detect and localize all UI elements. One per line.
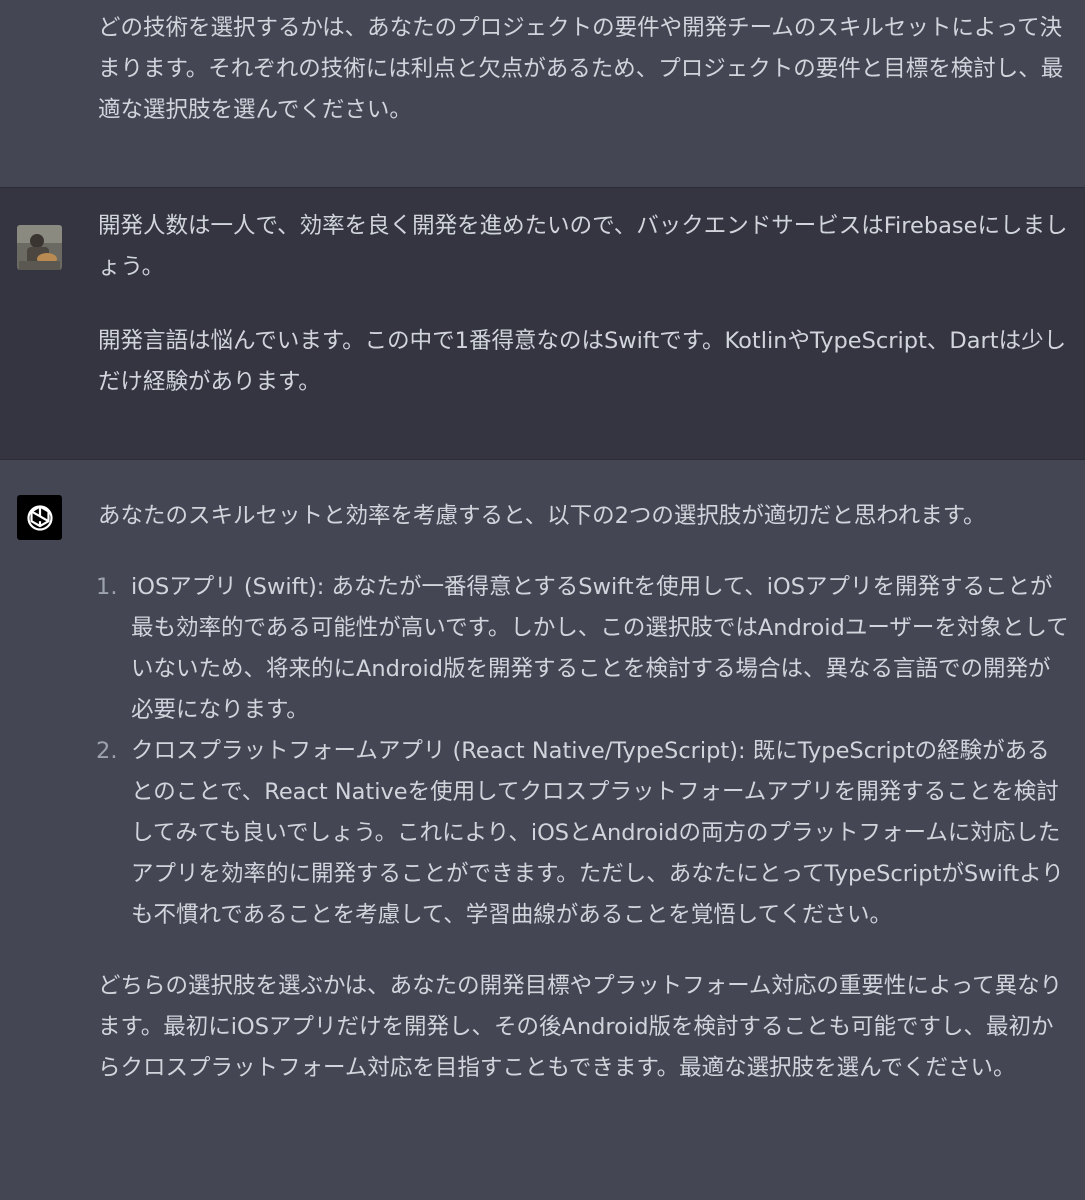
options-list: 1. iOSアプリ (Swift): あなたが一番得意とするSwiftを使用して… (96, 567, 1071, 936)
list-item: 1. iOSアプリ (Swift): あなたが一番得意とするSwiftを使用して… (96, 567, 1071, 731)
user-message: 開発人数は一人で、効率を良く開発を進めたいので、バックエンドサービスはFireb… (0, 187, 1085, 460)
openai-logo-icon (26, 504, 53, 531)
user-avatar (17, 225, 62, 270)
message-outro: どちらの選択肢を選ぶかは、あなたの開発目標やプラットフォーム対応の重要性によって… (98, 973, 1063, 1081)
assistant-avatar (17, 495, 62, 540)
list-item-text: クロスプラットフォームアプリ (React Native/TypeScript)… (131, 738, 1064, 928)
assistant-message-previous: どの技術を選択するかは、あなたのプロジェクトの要件や開発チームのスキルセットによ… (0, 0, 1085, 187)
message-content: あなたのスキルセットと効率を考慮すると、以下の2つの選択肢が適切だと思われます。… (96, 496, 1071, 1089)
assistant-message: あなたのスキルセットと効率を考慮すると、以下の2つの選択肢が適切だと思われます。… (0, 460, 1085, 1200)
message-paragraph-2: 開発言語は悩んでいます。この中で1番得意なのはSwiftです。KotlinやTy… (98, 328, 1067, 395)
message-text: どの技術を選択するかは、あなたのプロジェクトの要件や開発チームのスキルセットによ… (98, 15, 1064, 123)
message-content: 開発人数は一人で、効率を良く開発を進めたいので、バックエンドサービスはFireb… (98, 206, 1071, 403)
message-content: どの技術を選択するかは、あなたのプロジェクトの要件や開発チームのスキルセットによ… (98, 8, 1071, 131)
list-item-number: 1. (96, 574, 118, 600)
list-item: 2. クロスプラットフォームアプリ (React Native/TypeScri… (96, 731, 1071, 936)
message-paragraph-1: 開発人数は一人で、効率を良く開発を進めたいので、バックエンドサービスはFireb… (98, 213, 1068, 280)
list-item-text: iOSアプリ (Swift): あなたが一番得意とするSwiftを使用して、iO… (131, 574, 1069, 723)
user-photo-avatar-icon (17, 225, 62, 270)
list-item-number: 2. (96, 738, 118, 764)
chat-thread: どの技術を選択するかは、あなたのプロジェクトの要件や開発チームのスキルセットによ… (0, 0, 1085, 1200)
message-intro: あなたのスキルセットと効率を考慮すると、以下の2つの選択肢が適切だと思われます。 (98, 503, 986, 529)
